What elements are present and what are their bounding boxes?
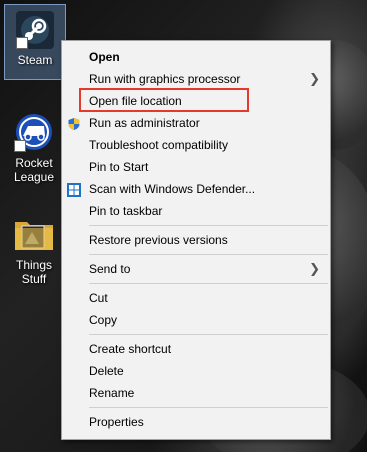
menu-item-label: Copy [89, 313, 118, 327]
menu-item-run-as-administrator[interactable]: Run as administrator [62, 112, 330, 134]
shortcut-arrow-icon [16, 37, 28, 49]
menu-item-label: Create shortcut [89, 342, 172, 356]
menu-item-delete[interactable]: Delete [62, 360, 330, 382]
menu-item-label: Delete [89, 364, 124, 378]
menu-item-restore-previous-versions[interactable]: Restore previous versions [62, 229, 330, 251]
menu-item-label: Run as administrator [89, 116, 200, 130]
menu-item-open[interactable]: Open [62, 46, 330, 68]
menu-separator [89, 407, 328, 408]
menu-item-rename[interactable]: Rename [62, 382, 330, 404]
menu-item-label: Run with graphics processor [89, 72, 241, 86]
menu-item-label: Restore previous versions [89, 233, 228, 247]
menu-item-run-with-graphics-processor[interactable]: Run with graphics processor ❯ [62, 68, 330, 90]
desktop-icon-label: Rocket League [13, 156, 55, 184]
menu-item-label: Cut [89, 291, 108, 305]
menu-item-troubleshoot-compatibility[interactable]: Troubleshoot compatibility [62, 134, 330, 156]
menu-item-label: Rename [89, 386, 135, 400]
desktop-icon-things-stuff[interactable]: Things Stuff [4, 214, 64, 298]
menu-item-copy[interactable]: Copy [62, 309, 330, 331]
menu-item-label: Pin to Start [89, 160, 149, 174]
highlight-box [79, 88, 249, 112]
menu-item-label: Open [89, 50, 120, 64]
menu-item-label: Scan with Windows Defender... [89, 182, 256, 196]
menu-separator [89, 283, 328, 284]
menu-item-pin-to-taskbar[interactable]: Pin to taskbar [62, 200, 330, 222]
menu-item-label: Properties [89, 415, 144, 429]
uac-shield-icon [67, 116, 81, 130]
menu-item-pin-to-start[interactable]: Pin to Start [62, 156, 330, 178]
desktop-icon-label: Things Stuff [15, 258, 53, 286]
menu-item-label: Troubleshoot compatibility [89, 138, 228, 152]
rocket-league-icon [14, 112, 54, 152]
folder-icon [13, 214, 55, 254]
menu-item-label: Pin to taskbar [89, 204, 163, 218]
menu-item-properties[interactable]: Properties [62, 411, 330, 433]
chevron-right-icon: ❯ [309, 71, 320, 86]
menu-item-send-to[interactable]: Send to ❯ [62, 258, 330, 280]
menu-item-label: Send to [89, 262, 131, 276]
menu-item-scan-with-windows-defender[interactable]: Scan with Windows Defender... [62, 178, 330, 200]
shortcut-arrow-icon [14, 140, 26, 152]
menu-separator [89, 254, 328, 255]
desktop-icon-rocket-league[interactable]: Rocket League [4, 112, 64, 196]
menu-separator [89, 334, 328, 335]
chevron-right-icon: ❯ [309, 261, 320, 276]
steam-icon [16, 11, 54, 49]
menu-separator [89, 225, 328, 226]
desktop-icon-label: Steam [17, 53, 53, 67]
menu-item-create-shortcut[interactable]: Create shortcut [62, 338, 330, 360]
menu-item-cut[interactable]: Cut [62, 287, 330, 309]
windows-defender-icon [67, 182, 81, 197]
desktop-icon-steam[interactable]: Steam [4, 4, 66, 80]
